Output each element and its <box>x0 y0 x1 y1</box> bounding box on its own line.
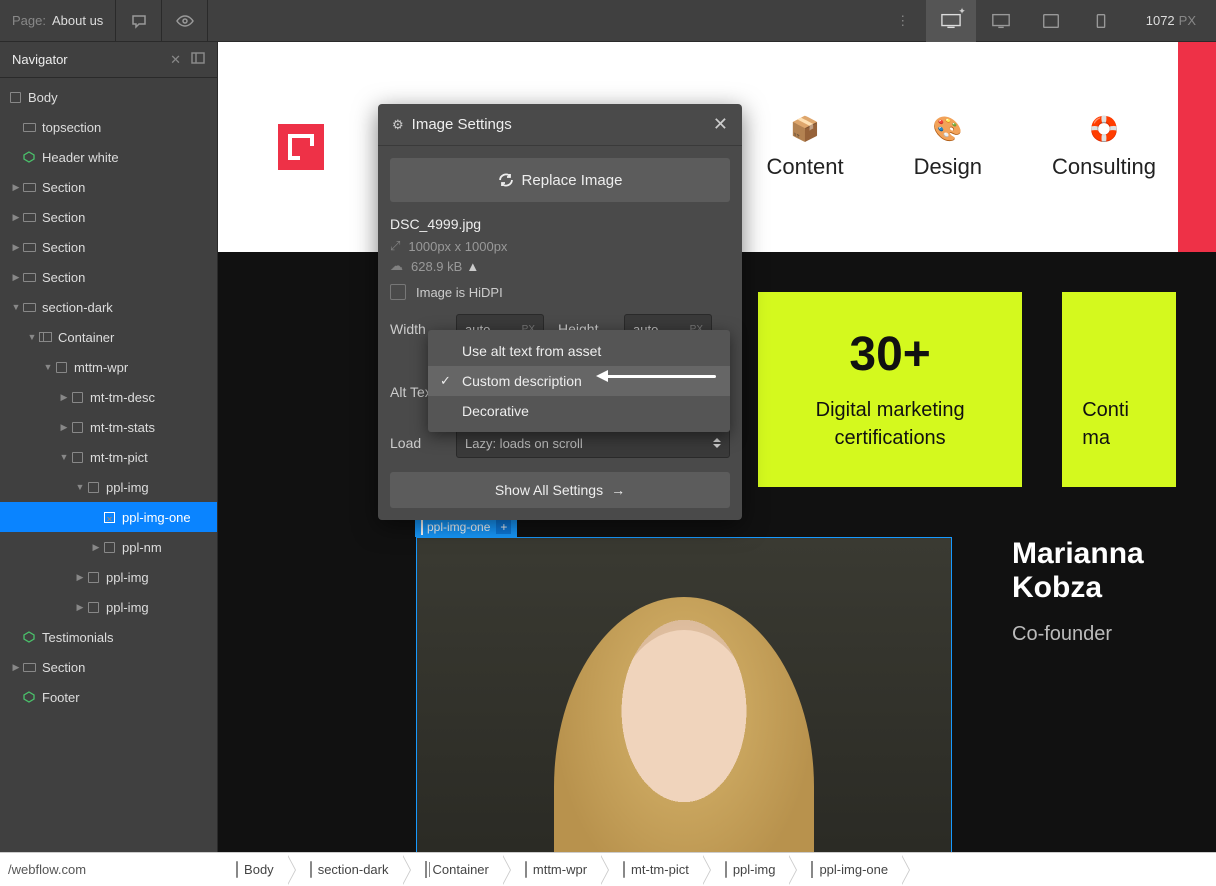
stat-card-partial: 0 Contima <box>1062 292 1176 487</box>
tree-node-ppl-img[interactable]: ▶ppl-img <box>0 562 217 592</box>
arrow-right-icon: → <box>611 482 625 498</box>
crumb-mttm-wpr[interactable]: mttm-wpr <box>503 853 601 886</box>
hidpi-checkbox[interactable]: Image is HiDPI <box>390 284 730 300</box>
palette-icon: 🎨 <box>933 115 963 144</box>
warning-icon: ▲ <box>466 259 479 274</box>
crumb-ppl-img[interactable]: ppl-img <box>703 853 790 886</box>
preview-icon[interactable] <box>162 0 208 42</box>
modal-title: Image Settings <box>412 116 713 133</box>
device-desktop-large[interactable]: ✦ <box>926 0 976 42</box>
crumb-ppl-img-one[interactable]: ppl-img-one <box>789 853 902 886</box>
tree-node-topsection[interactable]: topsection <box>0 112 217 142</box>
element-tag[interactable]: ppl-img-one+ <box>415 517 517 537</box>
page-name: About us <box>52 13 103 28</box>
image-dimensions: ⤢1000px x 1000px <box>390 238 730 254</box>
device-tablet[interactable] <box>1026 0 1076 42</box>
tree-node-mt-tm-desc[interactable]: ▶mt-tm-desc <box>0 382 217 412</box>
stat-card: 30+ Digital marketingcertifications <box>758 292 1022 487</box>
tree-node-mt-tm-pict[interactable]: ▼mt-tm-pict <box>0 442 217 472</box>
navigator-panel: Navigator ✕ Body topsection Header white… <box>0 42 218 852</box>
image-filename: DSC_4999.jpg <box>390 216 730 232</box>
site-logo <box>278 124 324 170</box>
box-icon: 📦 <box>790 115 820 144</box>
tree-node-testimonials[interactable]: Testimonials <box>0 622 217 652</box>
crumb-body[interactable]: Body <box>214 853 288 886</box>
tree-node-ppl-img-one[interactable]: ppl-img-one <box>0 502 217 532</box>
top-toolbar: Page: About us ⋮ ✦ 1072PX <box>0 0 1216 42</box>
tree-node-mttm-wpr[interactable]: ▼mttm-wpr <box>0 352 217 382</box>
dock-panel-icon[interactable] <box>191 52 205 68</box>
page-selector[interactable]: Page: About us <box>0 0 116 41</box>
tree-node-section[interactable]: ▶Section <box>0 652 217 682</box>
annotation-arrow <box>596 372 716 380</box>
stat-number: 30+ <box>849 327 930 382</box>
navigator-title: Navigator <box>12 52 68 67</box>
crumb-container[interactable]: Container <box>403 853 503 886</box>
tree-node-section[interactable]: ▶Section <box>0 232 217 262</box>
comments-icon[interactable] <box>116 0 162 42</box>
image-settings-modal: ⚙ Image Settings ✕ Replace Image DSC_499… <box>378 104 742 520</box>
navigator-header: Navigator ✕ <box>0 42 217 78</box>
device-switcher: ✦ <box>926 0 1126 41</box>
device-desktop[interactable] <box>976 0 1026 42</box>
image-filesize: ☁628.9 kB▲ <box>390 258 730 274</box>
tree-node-section[interactable]: ▶Section <box>0 262 217 292</box>
tree-node-section-dark[interactable]: ▼section-dark <box>0 292 217 322</box>
tree-node-container[interactable]: ▼Container <box>0 322 217 352</box>
viewport-width[interactable]: 1072PX <box>1126 13 1216 28</box>
crumb-section-dark[interactable]: section-dark <box>288 853 403 886</box>
tree-node-section[interactable]: ▶Section <box>0 202 217 232</box>
nav-content[interactable]: 📦Content <box>767 115 844 180</box>
person-role: Co-founder <box>1012 623 1176 646</box>
page-label: Page: <box>12 13 46 28</box>
tree-node-body[interactable]: Body <box>0 82 217 112</box>
tree-node-mt-tm-stats[interactable]: ▶mt-tm-stats <box>0 412 217 442</box>
dom-tree: Body topsection Header white ▶Section ▶S… <box>0 78 217 852</box>
more-icon[interactable]: ⋮ <box>880 0 926 42</box>
tree-node-header-white[interactable]: Header white <box>0 142 217 172</box>
refresh-icon <box>498 172 514 188</box>
nav-edge <box>1178 42 1216 252</box>
status-url: /webflow.com <box>0 862 94 877</box>
show-all-settings-button[interactable]: Show All Settings→ <box>390 472 730 508</box>
dropdown-option-decorative[interactable]: Decorative <box>428 396 730 426</box>
breadcrumb: Body section-dark Container mttm-wpr mt-… <box>214 853 902 886</box>
tree-node-ppl-nm[interactable]: ▶ppl-nm <box>0 532 217 562</box>
tree-node-ppl-img[interactable]: ▶ppl-img <box>0 592 217 622</box>
person-name: Marianna Kobza <box>1012 537 1176 605</box>
gear-icon: ⚙ <box>392 117 404 133</box>
dropdown-option-asset[interactable]: Use alt text from asset <box>428 336 730 366</box>
nav-consulting[interactable]: 🛟Consulting <box>1052 115 1156 180</box>
alt-text-dropdown: Use alt text from asset Custom descripti… <box>428 330 730 432</box>
device-mobile[interactable] <box>1076 0 1126 42</box>
lifebuoy-icon: 🛟 <box>1089 115 1119 144</box>
selected-image[interactable] <box>416 537 952 852</box>
replace-image-button[interactable]: Replace Image <box>390 158 730 202</box>
dropdown-option-custom[interactable]: Custom description <box>428 366 730 396</box>
load-select[interactable]: Lazy: loads on scroll <box>456 428 730 458</box>
close-icon[interactable]: ✕ <box>713 114 728 135</box>
tree-node-footer[interactable]: Footer <box>0 682 217 712</box>
cloud-icon: ☁ <box>390 258 403 274</box>
expand-icon: ⤢ <box>390 238 400 254</box>
tree-node-section[interactable]: ▶Section <box>0 172 217 202</box>
crumb-mt-tm-pict[interactable]: mt-tm-pict <box>601 853 703 886</box>
bottom-bar: /webflow.com Body section-dark Container… <box>0 852 1216 886</box>
tree-node-ppl-img[interactable]: ▼ppl-img <box>0 472 217 502</box>
load-label: Load <box>390 435 456 451</box>
nav-design[interactable]: 🎨Design <box>914 115 982 180</box>
close-panel-icon[interactable]: ✕ <box>170 52 181 68</box>
